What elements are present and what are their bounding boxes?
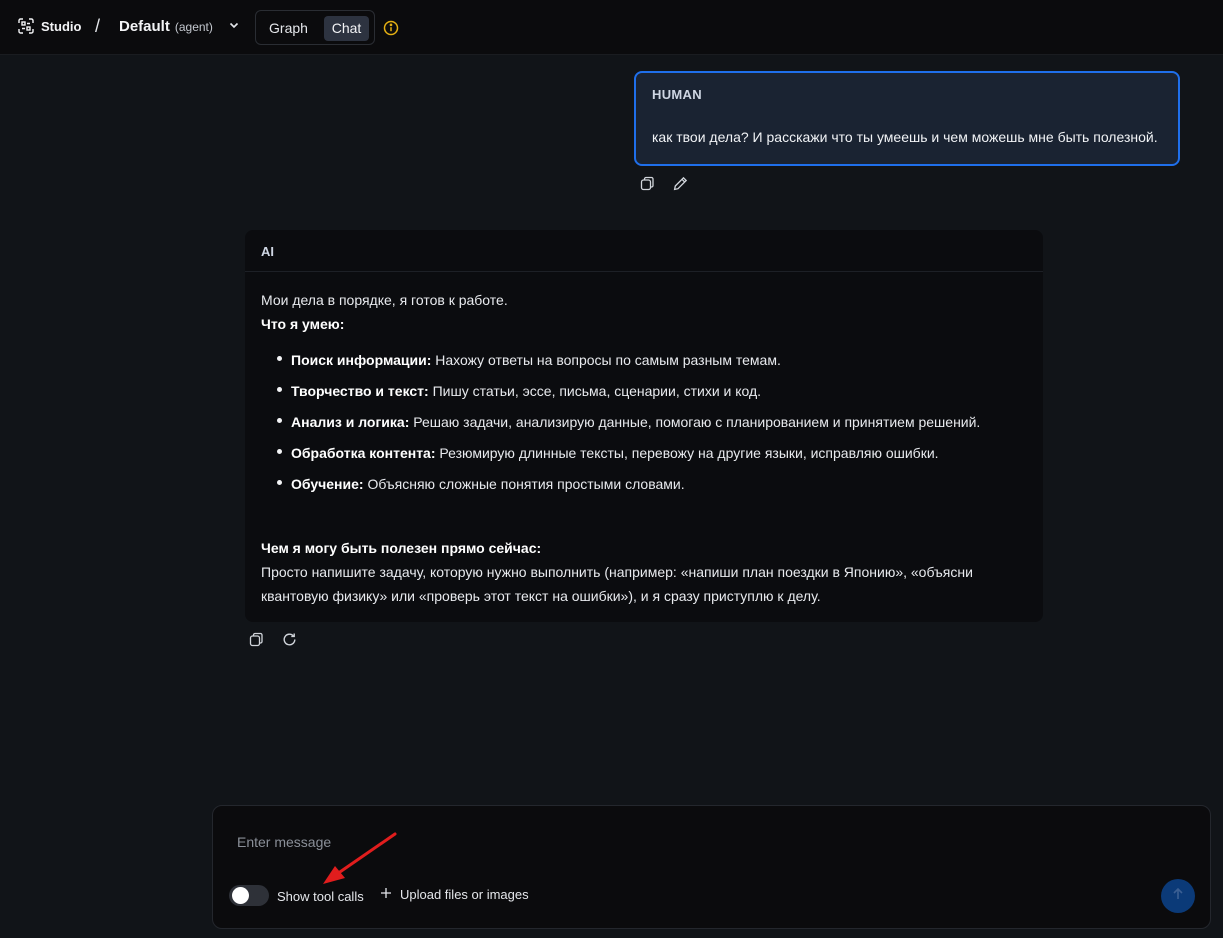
list-item-text: Решаю задачи, анализирую данные, помогаю… xyxy=(409,414,981,430)
ai-message: AI Мои дела в порядке, я готов к работе.… xyxy=(245,230,1043,622)
breadcrumb-separator: / xyxy=(95,16,101,36)
info-icon[interactable] xyxy=(383,20,399,41)
message-input[interactable] xyxy=(235,830,1135,854)
help-text: Просто напишите задачу, которую нужно вы… xyxy=(261,564,973,604)
show-tool-calls-toggle[interactable] xyxy=(229,885,269,906)
list-item-title: Анализ и логика: xyxy=(291,414,410,430)
ai-message-actions xyxy=(249,632,297,652)
list-item-text: Нахожу ответы на вопросы по самым разным… xyxy=(431,352,781,368)
upload-files-button[interactable]: Upload files or images xyxy=(380,887,529,902)
list-item: Творчество и текст: Пишу статьи, эссе, п… xyxy=(275,379,1027,403)
toggle-knob xyxy=(232,887,249,904)
studio-label: Studio xyxy=(41,18,82,34)
copy-icon[interactable] xyxy=(249,632,264,652)
message-composer: Show tool calls Upload files or images xyxy=(212,805,1211,929)
skills-list: Поиск информации: Нахожу ответы на вопро… xyxy=(261,348,1027,496)
list-item: Анализ и логика: Решаю задачи, анализиру… xyxy=(275,410,1027,434)
list-item-text: Резюмирую длинные тексты, перевожу на др… xyxy=(435,445,939,461)
human-message-actions xyxy=(640,176,688,196)
studio-icon xyxy=(18,18,34,34)
tab-chat[interactable]: Chat xyxy=(324,16,369,41)
message-role-label: HUMAN xyxy=(652,87,702,102)
show-tool-calls-label: Show tool calls xyxy=(277,889,364,904)
graph-subtitle: (agent) xyxy=(174,20,213,34)
help-title: Чем я могу быть полезен прямо сейчас: xyxy=(261,540,542,556)
regenerate-icon[interactable] xyxy=(282,632,297,652)
copy-icon[interactable] xyxy=(640,176,655,196)
tab-graph[interactable]: Graph xyxy=(262,16,315,41)
human-message: HUMAN как твои дела? И расскажи что ты у… xyxy=(634,71,1180,166)
list-item-title: Обработка контента: xyxy=(291,445,436,461)
message-text: как твои дела? И расскажи что ты умеешь … xyxy=(652,129,1158,145)
list-item: Обработка контента: Резюмирую длинные те… xyxy=(275,441,1027,465)
chevron-down-icon xyxy=(228,18,240,36)
ai-intro: Мои дела в порядке, я готов к работе. xyxy=(261,292,508,308)
skills-title: Что я умею: xyxy=(261,316,345,332)
list-item-title: Поиск информации: xyxy=(291,352,432,368)
arrow-up-icon xyxy=(1171,887,1185,906)
studio-home-link[interactable]: Studio xyxy=(18,18,81,34)
list-item-text: Объясняю сложные понятия простыми словам… xyxy=(363,476,685,492)
view-mode-toggle: Graph Chat xyxy=(255,10,375,45)
top-bar: Studio / Default (agent) Graph Chat xyxy=(0,0,1223,55)
message-role-label: AI xyxy=(245,230,1043,272)
list-item-title: Обучение: xyxy=(291,476,364,492)
list-item: Обучение: Объясняю сложные понятия прост… xyxy=(275,472,1027,496)
edit-pencil-icon[interactable] xyxy=(673,176,688,196)
upload-label: Upload files or images xyxy=(400,887,529,902)
list-item: Поиск информации: Нахожу ответы на вопро… xyxy=(275,348,1027,372)
graph-selector[interactable]: Default (agent) xyxy=(119,18,240,36)
plus-icon xyxy=(380,887,392,902)
graph-name: Default xyxy=(119,18,170,35)
list-item-text: Пишу статьи, эссе, письма, сценарии, сти… xyxy=(428,383,762,399)
ai-message-body: Мои дела в порядке, я готов к работе. Чт… xyxy=(245,272,1043,608)
list-item-title: Творчество и текст: xyxy=(291,383,429,399)
send-button[interactable] xyxy=(1161,879,1195,913)
